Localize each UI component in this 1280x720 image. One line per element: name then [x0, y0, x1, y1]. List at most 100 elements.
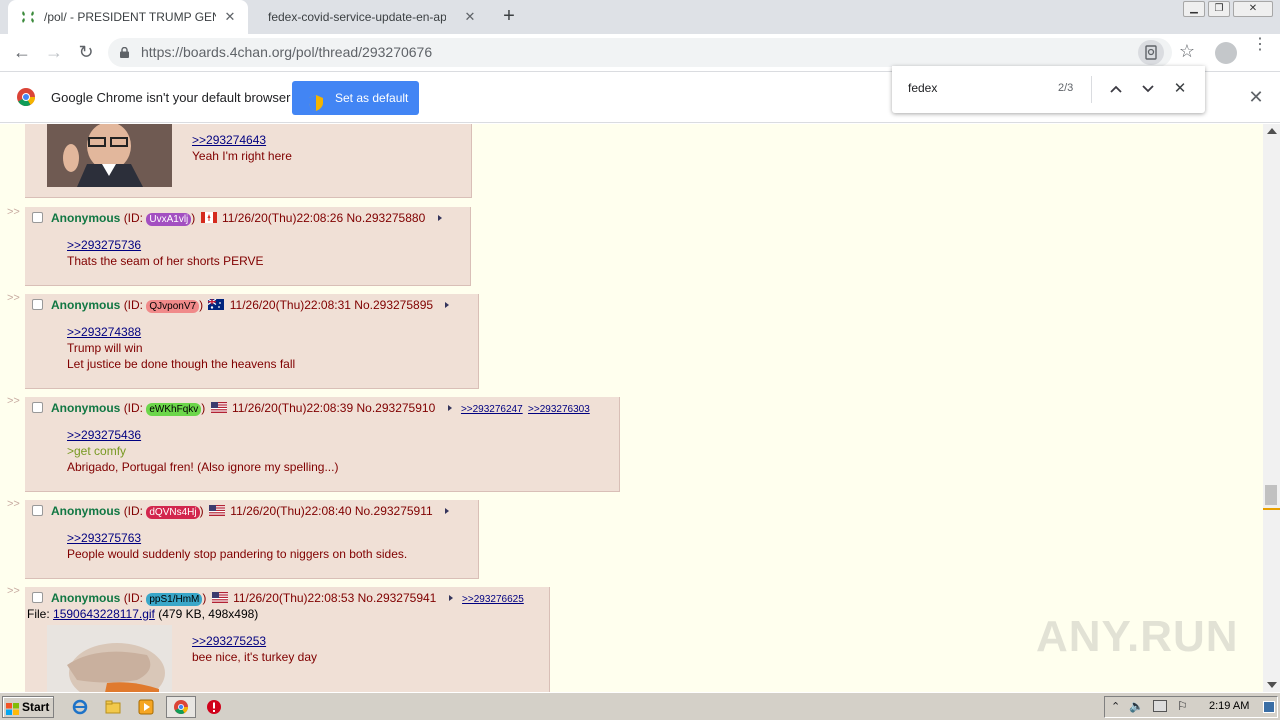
set-as-default-label: Set as default: [335, 91, 409, 105]
post-menu-arrow-icon[interactable]: [445, 508, 450, 514]
post-header: Anonymous (ID: dQVNs4Hj) 11/26/20(Thu)22…: [51, 504, 450, 519]
profile-avatar-icon[interactable]: [1215, 42, 1237, 64]
backlink[interactable]: >>293276625: [462, 594, 524, 605]
post-header: Anonymous (ID: UvxA1vlj) 11/26/20(Thu)22…: [51, 211, 442, 226]
post-side-arrows: >>: [7, 395, 20, 407]
quote-link[interactable]: >>293275253: [192, 633, 317, 649]
ie-icon[interactable]: [72, 699, 88, 715]
anyrun-watermark: ANY.RUN: [1036, 612, 1239, 661]
poster-id-badge[interactable]: QJvponV7: [146, 300, 200, 313]
tab-close-icon[interactable]: ✕: [462, 9, 478, 25]
quote-link[interactable]: >>293275436: [67, 427, 338, 443]
australia-flag-icon: [208, 298, 225, 310]
backlink[interactable]: >>293276303: [528, 404, 590, 415]
post-select-checkbox[interactable]: [32, 592, 43, 603]
find-close-icon[interactable]: ✕: [1169, 78, 1191, 100]
quote-link[interactable]: >>293274388: [67, 324, 295, 340]
post-date: 11/26/20(Thu)22:08:26: [221, 211, 344, 225]
minimize-button[interactable]: ▁: [1183, 1, 1205, 17]
back-arrow-icon[interactable]: ←: [10, 41, 34, 65]
post-number[interactable]: No.293275910: [357, 401, 436, 415]
scroll-up-arrow-icon[interactable]: [1267, 128, 1277, 134]
post-select-checkbox[interactable]: [32, 505, 43, 516]
taskbar-clock[interactable]: 2:19 AM: [1209, 700, 1249, 712]
window-close-button[interactable]: ✕: [1233, 1, 1273, 17]
poster-id-badge[interactable]: UvxA1vlj: [146, 213, 192, 226]
restore-button[interactable]: ❐: [1208, 1, 1230, 17]
post-select-checkbox[interactable]: [32, 299, 43, 310]
file-name-link[interactable]: 1590643228117.gif: [53, 607, 155, 621]
network-icon[interactable]: [1153, 700, 1167, 712]
start-button[interactable]: Start: [2, 696, 54, 718]
post-date: 11/26/20(Thu)22:08:40: [230, 504, 352, 518]
post-select-checkbox[interactable]: [32, 402, 43, 413]
scrollbar-thumb[interactable]: [1265, 485, 1277, 505]
file-label: File:: [27, 607, 54, 621]
stop-icon[interactable]: [206, 699, 222, 715]
reload-icon[interactable]: ↻: [74, 41, 98, 65]
folder-icon[interactable]: [105, 699, 121, 715]
set-as-default-button[interactable]: Set as default: [292, 81, 419, 115]
post-293275895: Anonymous (ID: QJvponV7) 11/26/20(Thu)22…: [25, 294, 479, 389]
poster-name: Anonymous: [51, 504, 121, 518]
post-line: Thats the seam of her shorts PERVE: [67, 254, 264, 268]
media-player-icon[interactable]: [138, 699, 154, 715]
shield-icon: [309, 90, 323, 111]
find-in-page-icon[interactable]: [1138, 40, 1164, 65]
chrome-taskbar-button[interactable]: [166, 696, 196, 718]
volume-icon[interactable]: 🔈: [1129, 699, 1144, 713]
tray-expand-icon[interactable]: ⌃: [1111, 700, 1120, 713]
thread-page: >>293274643 Yeah I'm right here >> Anony…: [0, 124, 1263, 692]
backlink[interactable]: >>293276247: [461, 404, 523, 415]
poster-id-badge[interactable]: ppS1/HmM: [146, 593, 203, 606]
scroll-down-arrow-icon[interactable]: [1267, 682, 1277, 688]
forward-arrow-icon[interactable]: →: [42, 41, 66, 65]
canada-flag-icon: [200, 212, 217, 223]
quote-link[interactable]: >>293275736: [67, 237, 264, 253]
post-side-arrows: >>: [7, 292, 20, 304]
post-number[interactable]: No.293275911: [355, 504, 433, 518]
page-scrollbar[interactable]: [1263, 124, 1280, 692]
post-menu-arrow-icon[interactable]: [445, 302, 450, 308]
post-date: 11/26/20(Thu)22:08:39: [231, 401, 354, 415]
infobar-close-icon[interactable]: ✕: [1246, 87, 1266, 107]
quote-link[interactable]: >>293275763: [67, 530, 407, 546]
new-tab-plus-icon[interactable]: +: [498, 6, 520, 28]
tab-close-icon[interactable]: ✕: [222, 9, 238, 25]
post-body: >>293275736 Thats the seam of her shorts…: [67, 237, 264, 269]
quote-link[interactable]: >>293274643: [192, 132, 292, 148]
post-menu-arrow-icon[interactable]: [447, 405, 452, 411]
poster-name: Anonymous: [51, 298, 121, 312]
find-input[interactable]: fedex: [908, 81, 937, 95]
post-293275910: Anonymous (ID: eWKhFqkv) 11/26/20(Thu)22…: [25, 397, 620, 492]
post-partial: >>293274643 Yeah I'm right here: [25, 124, 472, 198]
show-desktop-icon[interactable]: [1263, 701, 1275, 713]
post-date: 11/26/20(Thu)22:08:31: [229, 298, 351, 312]
poster-name: Anonymous: [51, 401, 121, 415]
find-next-chevron-down-icon[interactable]: [1137, 78, 1159, 100]
post-menu-arrow-icon[interactable]: [448, 595, 453, 601]
bookmark-star-icon[interactable]: ☆: [1177, 41, 1197, 62]
id-suffix: ): [199, 298, 204, 312]
post-side-arrows: >>: [7, 498, 20, 510]
windows-logo-icon: [6, 701, 19, 715]
usa-flag-icon: [208, 505, 225, 516]
post-number[interactable]: No.293275941: [358, 591, 437, 605]
find-previous-chevron-up-icon[interactable]: [1105, 78, 1127, 100]
post-image-thumbnail[interactable]: [47, 124, 172, 187]
tab-pol-thread[interactable]: /pol/ - PRESIDENT TRUMP GENERAL ✕: [8, 0, 248, 34]
poster-id-badge[interactable]: eWKhFqkv: [146, 403, 202, 416]
post-body: >>293275253 bee nice, it's turkey day: [192, 633, 317, 665]
action-center-flag-icon[interactable]: ⚐: [1177, 699, 1188, 713]
poster-name: Anonymous: [51, 211, 121, 225]
tab-fedex[interactable]: fedex-covid-service-update-en-apac ✕: [256, 0, 488, 34]
poster-name: Anonymous: [51, 591, 121, 605]
address-bar[interactable]: https://boards.4chan.org/pol/thread/2932…: [108, 38, 1172, 67]
post-number[interactable]: No.293275895: [354, 298, 433, 312]
post-number[interactable]: No.293275880: [347, 211, 426, 225]
chrome-menu-icon[interactable]: ⋮: [1252, 37, 1268, 62]
post-image-thumbnail[interactable]: [47, 625, 172, 692]
poster-id-badge[interactable]: dQVNs4Hj: [146, 506, 200, 519]
post-select-checkbox[interactable]: [32, 212, 43, 223]
post-menu-arrow-icon[interactable]: [437, 215, 442, 221]
